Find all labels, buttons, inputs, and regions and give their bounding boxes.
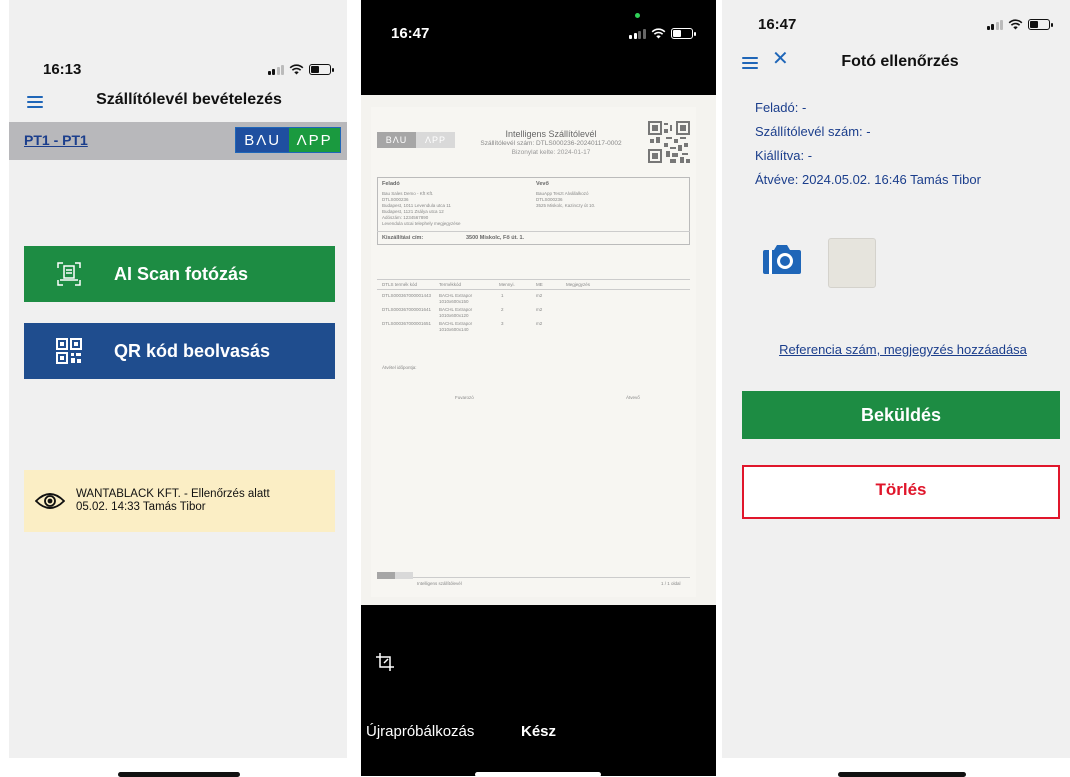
retry-button[interactable]: Újrapróbálkozás: [366, 723, 474, 740]
battery-icon: [309, 64, 334, 75]
signal-icon: [986, 19, 1003, 30]
delete-button[interactable]: Törlés: [742, 465, 1060, 519]
issued-field: Kiállítva: -: [755, 148, 813, 163]
document-date: Bizonylat kelte: 2024-01-17: [511, 149, 591, 156]
scanned-photo: BΛU ΛPP Intelligens Szállítólevél Szállí…: [361, 95, 716, 605]
page-title: Szállítólevél bevételezés: [96, 91, 282, 108]
photo-thumbnail[interactable]: [828, 238, 876, 288]
status-time: 16:13: [43, 61, 82, 78]
status-time: 16:47: [391, 25, 430, 42]
table-row: DTLS000367000001443: [382, 293, 432, 298]
bauapp-logo: BΛU ΛPP: [235, 127, 341, 153]
screen-delivery-intake: 16:13 Szállítólevél bevételezés PT1 - PT…: [9, 0, 347, 758]
home-indicator: [475, 772, 601, 777]
wifi-icon: [289, 64, 304, 75]
delivery-number-field: Szállítólevél szám: -: [755, 124, 871, 139]
sender-details: Bau Sales Demo - Kft Kft. DTLS000236 Bud…: [382, 191, 461, 226]
project-link[interactable]: PT1 - PT1: [24, 132, 88, 148]
document-title: Intelligens Szállítólevél: [505, 129, 597, 139]
qr-scan-button[interactable]: QR kód beolvasás: [24, 323, 335, 379]
receipt-label: Átvétel időpontja:: [382, 365, 417, 370]
receiver-signature: Átvevő: [626, 395, 640, 400]
document-number: Szállítólevél szám: DTLS000236-20240117-…: [480, 140, 622, 147]
screen-camera-preview: 16:47 BΛU ΛPP Intelligens Szállítólevél …: [361, 0, 716, 776]
table-row: DTLS000367000001651: [382, 321, 432, 326]
notice-line-2: 05.02. 14:33 Tamás Tibor: [76, 501, 206, 513]
reference-link[interactable]: Referencia szám, megjegyzés hozzáadása: [722, 342, 1070, 357]
document-qr-code: [648, 121, 690, 163]
signal-icon: [629, 28, 646, 39]
send-button[interactable]: Beküldés: [742, 391, 1060, 439]
ai-scan-button[interactable]: AI Scan fotózás: [24, 246, 335, 302]
sender-field: Feladó: -: [755, 100, 807, 115]
document-logo: BΛU ΛPP: [377, 132, 455, 148]
footer-logo: [377, 572, 413, 579]
page-title: Fotó ellenőrzés: [841, 53, 959, 70]
status-bar: 16:13: [9, 57, 347, 81]
footer-text: Intelligens szállítólevél: [417, 581, 462, 586]
qr-scan-label: QR kód beolvasás: [114, 340, 271, 361]
home-indicator: [118, 772, 240, 777]
eye-icon: [24, 492, 76, 510]
home-indicator: [838, 772, 966, 777]
battery-icon: [1028, 19, 1053, 30]
delivery-notice[interactable]: WANTABLACK KFT. - Ellenőrzés alatt 05.02…: [24, 470, 335, 532]
table-row: DTLS000367000001641: [382, 307, 432, 312]
done-button[interactable]: Kész: [521, 723, 556, 740]
qr-code-icon: [24, 338, 114, 364]
signal-icon: [267, 64, 284, 75]
document-scan-icon: [24, 261, 114, 287]
wifi-icon: [1008, 19, 1023, 30]
camera-indicator: [635, 13, 640, 18]
ai-scan-label: AI Scan fotózás: [114, 263, 249, 284]
project-bar: PT1 - PT1 BΛU ΛPP: [9, 122, 347, 160]
status-time: 16:47: [758, 16, 797, 33]
page-counter: 1 / 1 oldal: [661, 581, 681, 586]
camera-icon[interactable]: [762, 243, 802, 280]
delivery-document: BΛU ΛPP Intelligens Szállítólevél Szállí…: [371, 107, 696, 597]
received-field: Átvéve: 2024.05.02. 16:46 Tamás Tibor: [755, 172, 981, 187]
crop-icon[interactable]: [375, 652, 395, 677]
battery-icon: [670, 28, 696, 39]
notice-line-1: WANTABLACK KFT. - Ellenőrzés alatt: [76, 488, 270, 500]
buyer-details: BauApp Teszt Alvállalkozó DTLS000236 352…: [536, 191, 596, 208]
screen-photo-check: 16:47 ✕ Fotó ellenőrzés Feladó: - Szállí…: [722, 0, 1070, 758]
carrier-signature: Fuvarozó: [455, 395, 474, 400]
wifi-icon: [651, 28, 665, 39]
